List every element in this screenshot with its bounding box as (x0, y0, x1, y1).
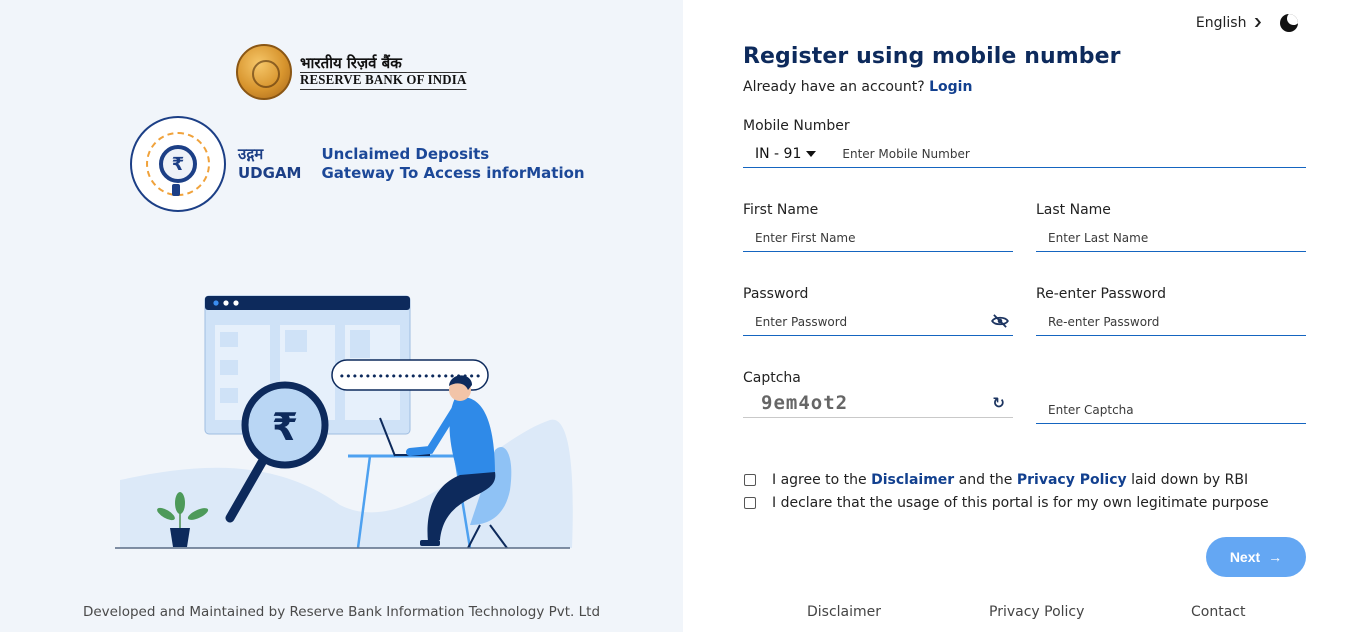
login-link[interactable]: Login (929, 79, 972, 95)
search-illustration: •••••••••••••••••••••• ₹ (115, 295, 573, 549)
password-field (743, 308, 1013, 336)
arrow-right-icon: → (1268, 549, 1283, 565)
last-name-group: Last Name (1036, 202, 1306, 252)
language-selector[interactable]: English ❯ (1195, 15, 1264, 31)
rupee-icon: ₹ (159, 145, 197, 183)
language-label: English (1195, 15, 1247, 31)
mobile-number-group: Mobile Number IN - 91 (743, 118, 1306, 168)
page-title: Register using mobile number (743, 44, 1121, 69)
footer-contact-link[interactable]: Contact (1191, 604, 1245, 620)
mobile-number-label: Mobile Number (743, 118, 850, 134)
agree-terms-checkbox[interactable] (744, 473, 756, 486)
reenter-password-field (1036, 308, 1306, 336)
mobile-number-input[interactable] (816, 146, 1306, 161)
chevron-down-icon: ❯ (1253, 18, 1264, 28)
mobile-number-field: IN - 91 (743, 140, 1306, 168)
captcha-display: 9em4ot2 ↻ (743, 388, 1013, 418)
declare-purpose-row: I declare that the usage of this portal … (743, 491, 1306, 514)
footer-privacy-link[interactable]: Privacy Policy (989, 604, 1084, 620)
password-input[interactable] (743, 314, 1013, 329)
next-label: Next (1229, 549, 1261, 565)
captcha-input[interactable] (1036, 402, 1306, 417)
privacy-policy-link[interactable]: Privacy Policy (1017, 472, 1127, 488)
last-name-label: Last Name (1036, 202, 1111, 218)
reenter-password-label: Re-enter Password (1036, 286, 1166, 302)
registration-panel: English ❯ Register using mobile number A… (683, 0, 1366, 632)
captcha-field (1036, 396, 1306, 424)
udgam-tagline-2: Gateway To Access inforMation (321, 164, 585, 182)
reenter-password-group: Re-enter Password (1036, 286, 1306, 336)
country-code-value: IN - 91 (755, 145, 802, 162)
rbi-seal-icon (236, 44, 292, 100)
agree-terms-row: I agree to the Disclaimer and the Privac… (743, 468, 1306, 491)
first-name-group: First Name (743, 202, 1013, 252)
first-name-field (743, 224, 1013, 252)
captcha-label: Captcha (743, 370, 801, 386)
first-name-input[interactable] (743, 230, 1013, 245)
declare-purpose-checkbox[interactable] (744, 496, 756, 509)
branding-panel: भारतीय रिज़र्व बैंक RESERVE BANK OF INDI… (0, 0, 683, 632)
rupee-symbol: ₹ (272, 405, 298, 449)
disclaimer-link[interactable]: Disclaimer (871, 472, 954, 488)
udgam-name: UDGAM (238, 164, 302, 182)
footer-disclaimer-link[interactable]: Disclaimer (807, 604, 881, 620)
captcha-code: 9em4ot2 (761, 391, 849, 414)
last-name-field (1036, 224, 1306, 252)
password-group: Password (743, 286, 1013, 336)
caret-down-icon (806, 150, 817, 157)
refresh-icon[interactable]: ↻ (992, 394, 1005, 412)
udgam-logo: ₹ उद्गम UDGAM Unclaimed Deposits Gateway… (130, 116, 585, 212)
last-name-input[interactable] (1036, 230, 1306, 245)
declare-purpose-label: I declare that the usage of this portal … (772, 494, 1269, 511)
country-code-select[interactable]: IN - 91 (743, 145, 817, 162)
next-button[interactable]: Next → (1206, 537, 1306, 577)
already-account-text: Already have an account? (743, 79, 925, 95)
udgam-hindi: उद्गम (238, 145, 264, 163)
udgam-tagline-1: Unclaimed Deposits (321, 145, 490, 163)
password-label: Password (743, 286, 809, 302)
rbi-hindi-name: भारतीय रिज़र्व बैंक (300, 54, 402, 72)
eye-slash-icon[interactable] (991, 314, 1009, 328)
registration-form: Register using mobile number Already hav… (743, 44, 1306, 577)
rbi-english-name: RESERVE BANK OF INDIA (300, 72, 467, 90)
moon-icon[interactable] (1280, 14, 1298, 32)
login-prompt: Already have an account? Login (743, 79, 1306, 95)
agree-terms-label: I agree to the Disclaimer and the Privac… (772, 471, 1249, 488)
captcha-input-group (1036, 370, 1306, 424)
top-bar: English ❯ (1196, 14, 1298, 32)
first-name-label: First Name (743, 202, 819, 218)
captcha-group: Captcha 9em4ot2 ↻ (743, 370, 1013, 424)
rbi-logo: भारतीय रिज़र्व बैंक RESERVE BANK OF INDI… (236, 44, 481, 100)
consent-checkboxes: I agree to the Disclaimer and the Privac… (743, 468, 1306, 514)
developer-credit: Developed and Maintained by Reserve Bank… (82, 604, 601, 620)
udgam-seal-icon: ₹ (130, 116, 226, 212)
reenter-password-input[interactable] (1036, 314, 1306, 329)
